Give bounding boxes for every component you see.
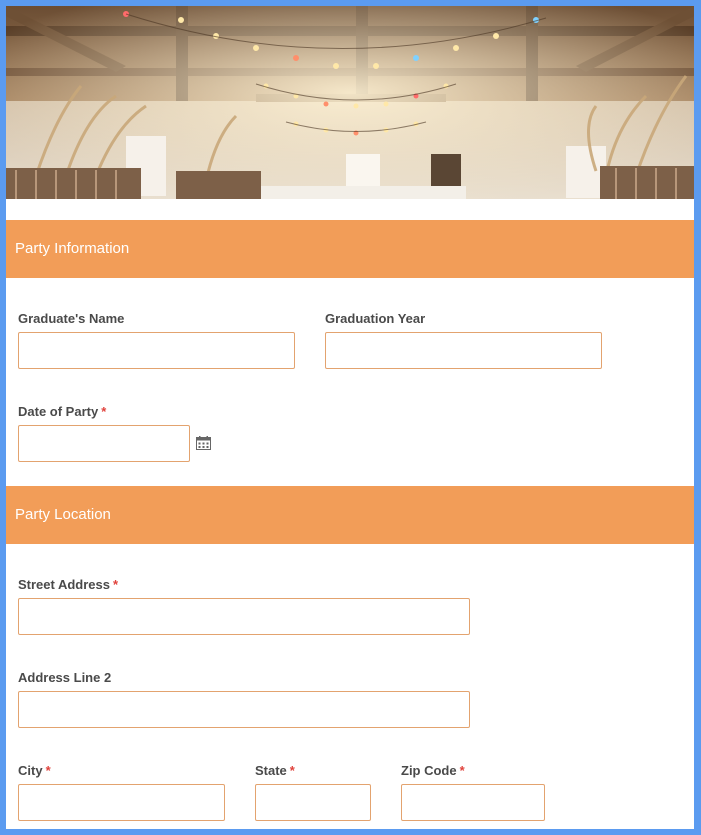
state-label-text: State: [255, 763, 287, 778]
graduate-name-label: Graduate's Name: [18, 311, 124, 326]
graduate-name-label-text: Graduate's Name: [18, 311, 125, 326]
barn-venue-image: [6, 6, 694, 199]
required-marker: *: [459, 763, 465, 778]
address-line-2-label: Address Line 2: [18, 670, 111, 685]
graduate-name-input[interactable]: [18, 332, 295, 369]
city-input[interactable]: [18, 784, 225, 821]
section-title: Party Location: [15, 506, 111, 523]
state-label: State *: [255, 763, 295, 778]
date-of-party-label: Date of Party *: [18, 404, 106, 419]
date-of-party-label-text: Date of Party: [18, 404, 99, 419]
header-image: [6, 6, 694, 199]
calendar-icon[interactable]: [196, 436, 211, 455]
graduation-year-label-text: Graduation Year: [325, 311, 426, 326]
address-line-2-input[interactable]: [18, 691, 470, 728]
graduation-year-input[interactable]: [325, 332, 602, 369]
address-line-2-label-text: Address Line 2: [18, 670, 112, 685]
section-header-party-information: Party Information: [6, 220, 694, 278]
street-address-input[interactable]: [18, 598, 470, 635]
section-title: Party Information: [15, 240, 130, 257]
zip-code-label-text: Zip Code: [401, 763, 457, 778]
required-marker: *: [113, 577, 119, 592]
form-container: Party Information Graduate's Name Gradua…: [6, 6, 694, 829]
city-label: City *: [18, 763, 51, 778]
state-input[interactable]: [255, 784, 371, 821]
required-marker: *: [101, 404, 107, 419]
city-label-text: City: [18, 763, 43, 778]
required-marker: *: [45, 763, 51, 778]
required-marker: *: [289, 763, 295, 778]
graduation-year-label: Graduation Year: [325, 311, 425, 326]
section-header-party-location: Party Location: [6, 486, 694, 544]
street-address-label-text: Street Address: [18, 577, 110, 592]
zip-code-label: Zip Code *: [401, 763, 465, 778]
street-address-label: Street Address *: [18, 577, 118, 592]
zip-code-input[interactable]: [401, 784, 545, 821]
date-of-party-input[interactable]: [18, 425, 190, 462]
